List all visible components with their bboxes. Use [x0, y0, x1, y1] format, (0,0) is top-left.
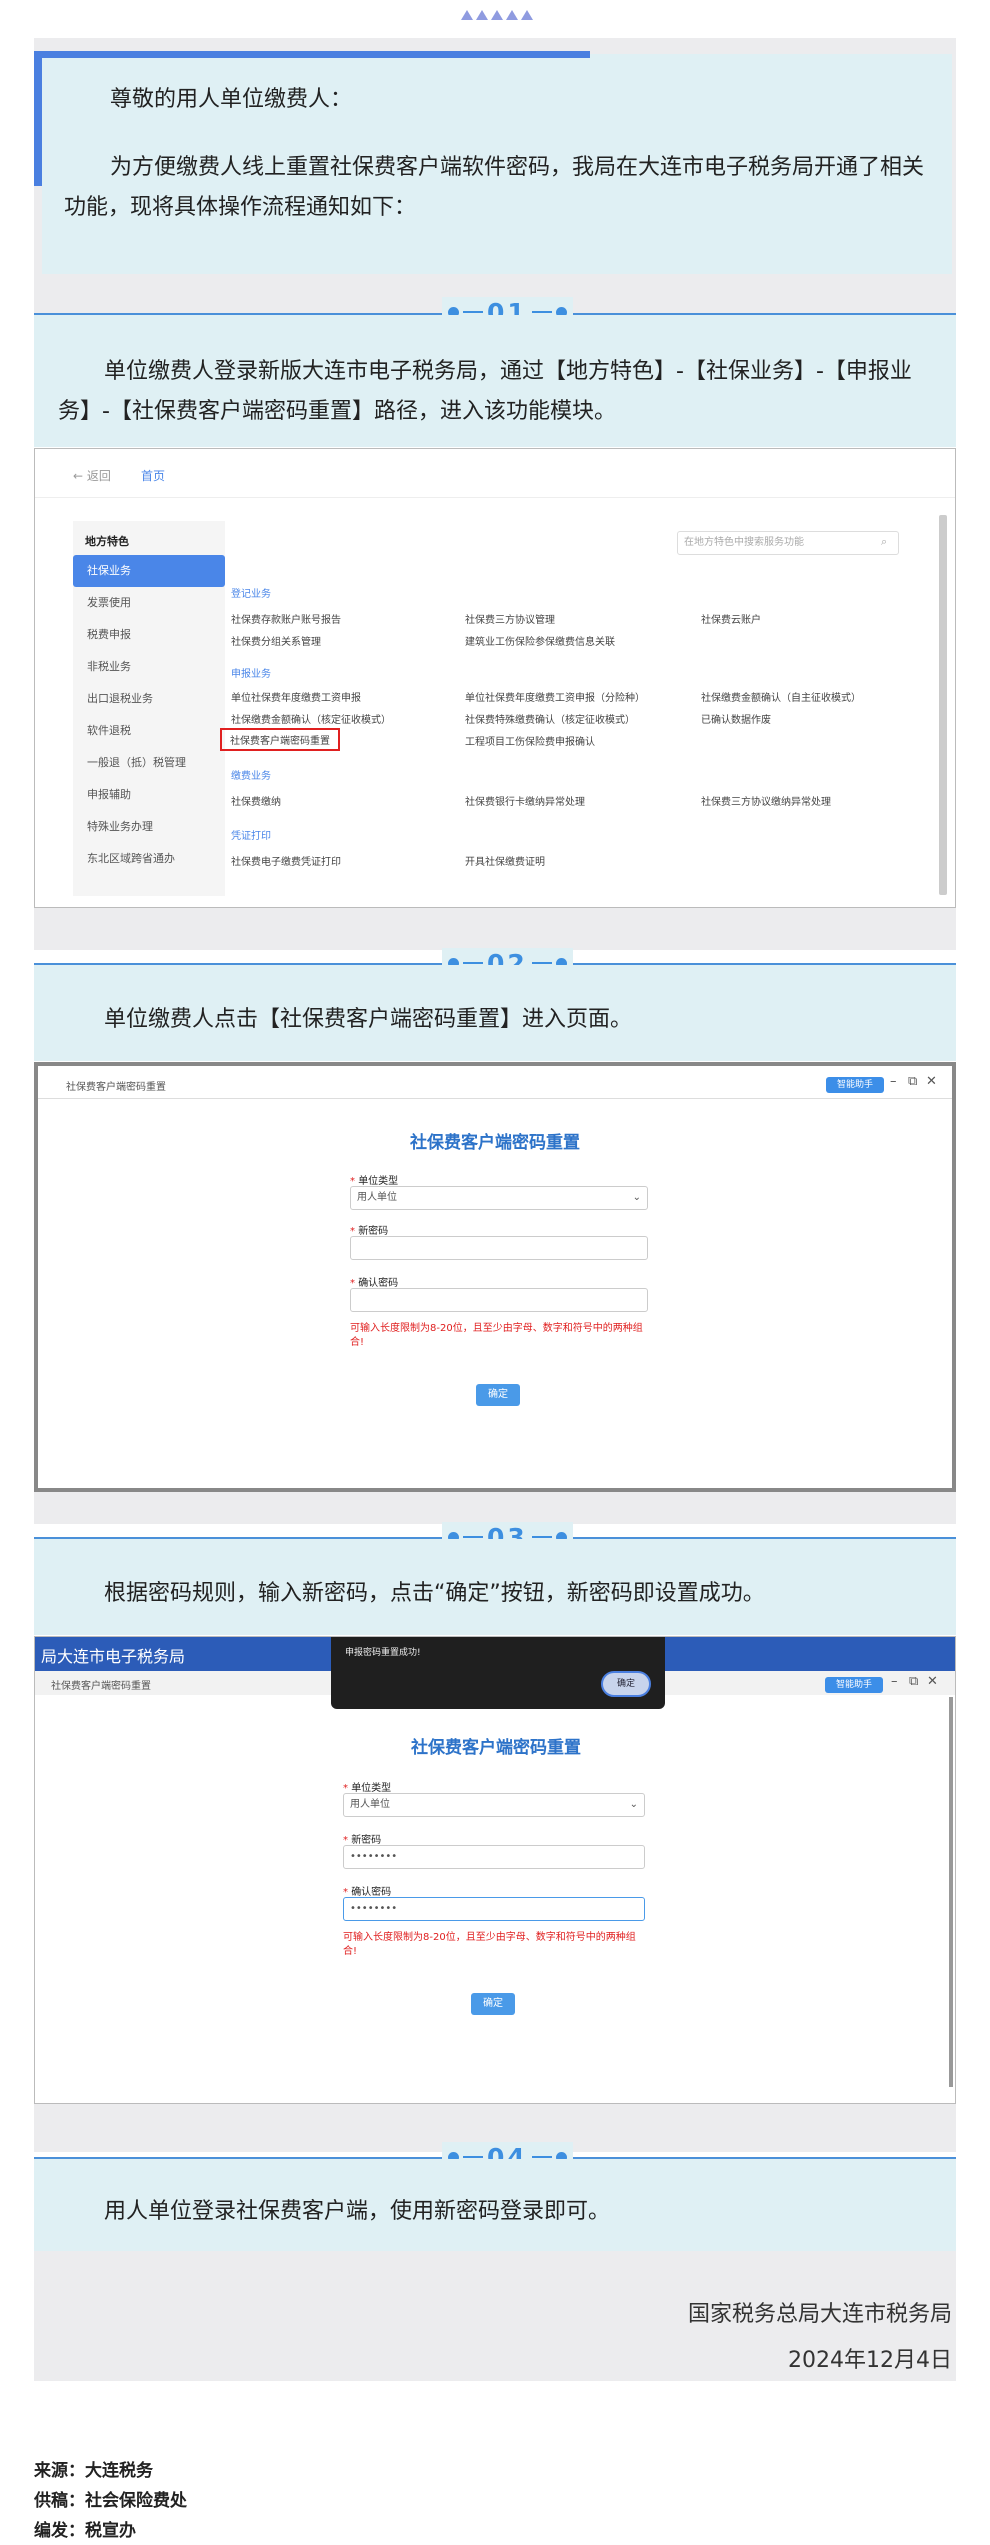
- greeting: 尊敬的用人单位缴费人：: [110, 87, 353, 112]
- menu-item[interactable]: 一般退（抵）税管理: [73, 747, 225, 779]
- menu-item[interactable]: 非税业务: [73, 651, 225, 683]
- source-line: 来源：大连税务: [34, 2461, 153, 2481]
- search-icon[interactable]: ⌕: [881, 535, 887, 549]
- menu-item[interactable]: 软件退税: [73, 715, 225, 747]
- issue-date: 2024年12月4日: [788, 2348, 952, 2373]
- function-link[interactable]: 社保缴费金额确认（核定征收模式）: [231, 711, 391, 726]
- new-password-input[interactable]: [350, 1236, 648, 1260]
- close-icon[interactable]: ✕: [926, 1074, 937, 1089]
- function-link[interactable]: 社保缴费金额确认（自主征收模式）: [701, 689, 861, 704]
- assistant-chip[interactable]: 智能助手: [825, 1677, 883, 1693]
- function-link[interactable]: 单位社保费年度缴费工资申报: [231, 689, 361, 704]
- minimize-icon[interactable]: –: [890, 1074, 897, 1089]
- function-link[interactable]: 社保费三方协议管理: [465, 611, 555, 626]
- maximize-icon[interactable]: ⧉: [909, 1674, 918, 1689]
- chevron-down-icon: ⌄: [632, 1192, 641, 1203]
- password-rule-hint: 可输入长度限制为8-20位，且至少由字母、数字和符号中的两种组合!: [343, 1932, 636, 1957]
- back-link[interactable]: ← 返回: [73, 467, 111, 484]
- confirm-password-label: * 确认密码: [350, 1278, 399, 1289]
- editor-line: 编发：税宣办: [34, 2521, 136, 2541]
- scrollbar[interactable]: [949, 1697, 953, 2087]
- grey-gap: [34, 1492, 956, 1524]
- chevron-down-icon: ⌄: [629, 1799, 638, 1810]
- search-input[interactable]: 在地方特色中搜索服务功能: [677, 531, 899, 555]
- unit-type-select[interactable]: 用人单位 ⌄: [350, 1186, 648, 1210]
- function-link[interactable]: 已确认数据作废: [701, 711, 771, 726]
- intro-accent-top: [34, 51, 590, 58]
- menu-item[interactable]: 出口退税业务: [73, 683, 225, 715]
- function-link[interactable]: 社保费分组关系管理: [231, 633, 321, 648]
- confirm-button[interactable]: 确定: [476, 1384, 520, 1406]
- function-link[interactable]: 社保费缴纳: [231, 793, 281, 808]
- toast-message: 申报密码重置成功!: [345, 1648, 421, 1658]
- step-text-04: 用人单位登录社保费客户端，使用新密码登录即可。: [104, 2199, 611, 2224]
- menu-item[interactable]: 申报辅助: [73, 779, 225, 811]
- author-line: 供稿：社会保险费处: [34, 2491, 187, 2511]
- step-text-01: 单位缴费人登录新版大连市电子税务局，通过【地方特色】-【社保业务】-【申报业务】…: [58, 359, 912, 424]
- function-link[interactable]: 社保费存款账户账号报告: [231, 611, 341, 626]
- grey-gap: [34, 908, 956, 950]
- toast-confirm-button[interactable]: 确定: [601, 1671, 651, 1697]
- top-decoration: [461, 10, 533, 24]
- function-link[interactable]: 工程项目工伤保险费申报确认: [465, 733, 595, 748]
- form-title: 社保费客户端密码重置: [410, 1133, 580, 1153]
- menu-item[interactable]: 发票使用: [73, 587, 225, 619]
- password-reset-link-highlighted[interactable]: 社保费客户端密码重置: [220, 728, 340, 751]
- scrollbar[interactable]: [939, 515, 947, 895]
- function-link[interactable]: 开具社保缴费证明: [465, 853, 545, 868]
- intro-body: 为方便缴费人线上重置社保费客户端软件密码，我局在大连市电子税务局开通了相关功能，…: [64, 155, 925, 220]
- title-divider: [38, 1098, 952, 1099]
- window-title: 社保费客户端密码重置: [66, 1082, 166, 1093]
- menu-item[interactable]: 东北区域跨省通办: [73, 843, 225, 875]
- form-title: 社保费客户端密码重置: [411, 1738, 581, 1758]
- new-password-label: * 新密码: [343, 1835, 382, 1846]
- nav-divider: [35, 497, 955, 498]
- step-text-03: 根据密码规则，输入新密码，点击“确定”按钮，新密码即设置成功。: [104, 1581, 765, 1606]
- function-link[interactable]: 社保费三方协议缴纳异常处理: [701, 793, 831, 808]
- minimize-icon[interactable]: –: [891, 1674, 898, 1689]
- function-link[interactable]: 建筑业工伤保险参保缴费信息关联: [465, 633, 615, 648]
- section-title: 登记业务: [231, 589, 271, 600]
- intro-accent-left: [34, 51, 42, 186]
- issuing-org: 国家税务总局大连市税务局: [687, 2302, 952, 2327]
- confirm-password-input[interactable]: [350, 1288, 648, 1312]
- confirm-password-input[interactable]: ••••••••: [343, 1897, 645, 1921]
- maximize-icon[interactable]: ⧉: [908, 1074, 917, 1089]
- menu-item-social-security[interactable]: 社保业务: [73, 555, 225, 587]
- unit-type-select[interactable]: 用人单位 ⌄: [343, 1793, 645, 1817]
- screenshot-reset-form: 社保费客户端密码重置 智能助手 – ⧉ ✕ 社保费客户端密码重置 * 单位类型 …: [34, 1062, 956, 1492]
- function-link[interactable]: 社保费电子缴费凭证打印: [231, 853, 341, 868]
- side-menu: 地方特色 社保业务 发票使用 税费申报 非税业务 出口退税业务 软件退税 一般退…: [73, 521, 225, 896]
- function-link[interactable]: 社保费云账户: [701, 611, 761, 626]
- menu-item[interactable]: 特殊业务办理: [73, 811, 225, 843]
- menu-item[interactable]: 税费申报: [73, 619, 225, 651]
- home-link[interactable]: 首页: [141, 467, 165, 484]
- unit-type-label: * 单位类型: [350, 1176, 399, 1187]
- close-icon[interactable]: ✕: [927, 1674, 938, 1689]
- confirm-button[interactable]: 确定: [471, 1993, 515, 2015]
- window-title: 社保费客户端密码重置: [51, 1681, 151, 1692]
- new-password-label: * 新密码: [350, 1226, 389, 1237]
- function-link[interactable]: 单位社保费年度缴费工资申报（分险种）: [465, 689, 645, 704]
- assistant-chip[interactable]: 智能助手: [826, 1077, 884, 1093]
- screenshot-reset-success: 局大连市电子税务局 社保费客户端密码重置 智能助手 – ⧉ ✕ 申报密码重置成功…: [34, 1636, 956, 2104]
- unit-type-label: * 单位类型: [343, 1783, 392, 1794]
- section-title: 申报业务: [231, 669, 271, 680]
- screenshot-function-menu: ← 返回 首页 地方特色 社保业务 发票使用 税费申报 非税业务 出口退税业务 …: [34, 448, 956, 908]
- menu-title: 地方特色: [85, 535, 129, 548]
- portal-header-title: 局大连市电子税务局: [41, 1647, 186, 1666]
- confirm-password-label: * 确认密码: [343, 1887, 392, 1898]
- function-link[interactable]: 社保费银行卡缴纳异常处理: [465, 793, 585, 808]
- section-title: 缴费业务: [231, 771, 271, 782]
- step-text-02: 单位缴费人点击【社保费客户端密码重置】进入页面。: [104, 1007, 633, 1032]
- section-title: 凭证打印: [231, 831, 271, 842]
- new-password-input[interactable]: ••••••••: [343, 1845, 645, 1869]
- password-rule-hint: 可输入长度限制为8-20位，且至少由字母、数字和符号中的两种组合!: [350, 1323, 643, 1348]
- function-link[interactable]: 社保费特殊缴费确认（核定征收模式）: [465, 711, 635, 726]
